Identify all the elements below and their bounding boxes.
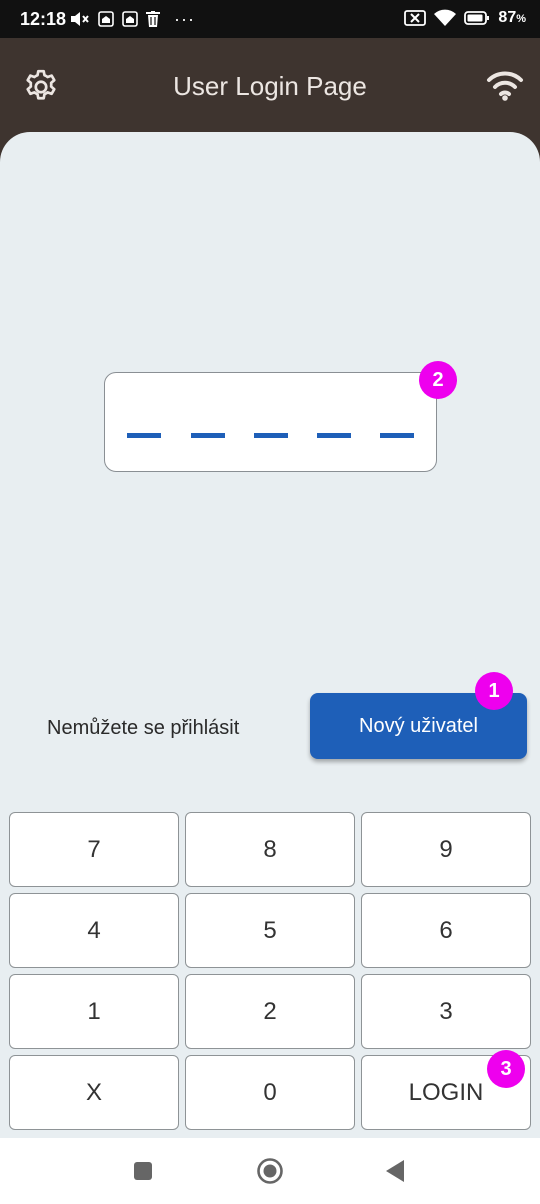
mute-icon [71, 12, 89, 26]
battery-percent: 87% [498, 9, 526, 26]
pin-digit-slot [254, 433, 288, 438]
app-bar: User Login Page [0, 38, 540, 132]
system-nav-bar [0, 1138, 540, 1204]
notification-icons: ··· [70, 9, 195, 29]
key-9[interactable]: 9 [361, 812, 531, 887]
trash-icon [146, 11, 160, 27]
clear-key[interactable]: X [9, 1055, 179, 1130]
pin-digit-slot [380, 433, 414, 438]
wifi-icon [434, 9, 457, 26]
recents-button[interactable] [133, 1161, 153, 1181]
no-sim-icon [404, 10, 427, 26]
home-button[interactable] [256, 1157, 284, 1185]
page-title: User Login Page [173, 71, 367, 101]
home-notification-icon [122, 11, 138, 27]
pin-digit-slot [317, 433, 351, 438]
pin-digit-slot [127, 433, 161, 438]
login-panel: 2 Nemůžete se přihlásit Nový uživatel 1 … [0, 132, 540, 1138]
back-triangle-icon [386, 1160, 404, 1182]
status-time: 12:18 [20, 9, 67, 29]
key-5[interactable]: 5 [185, 893, 355, 968]
login-step-badge: 3 [487, 1050, 525, 1088]
system-status-icons: 87% [404, 9, 526, 27]
wifi-status-button[interactable] [486, 68, 524, 102]
more-notifications-indicator: ··· [174, 9, 195, 29]
pin-step-badge: 2 [419, 361, 457, 399]
key-6[interactable]: 6 [361, 893, 531, 968]
cant-login-link[interactable]: Nemůžete se přihlásit [47, 717, 239, 740]
key-1[interactable]: 1 [9, 974, 179, 1049]
home-notification-icon [98, 11, 114, 27]
key-2[interactable]: 2 [185, 974, 355, 1049]
pin-digit-slot [191, 433, 225, 438]
key-8[interactable]: 8 [185, 812, 355, 887]
status-bar: 12:18 ··· 87% [0, 0, 540, 38]
home-circle-icon [257, 1158, 283, 1184]
key-4[interactable]: 4 [9, 893, 179, 968]
key-7[interactable]: 7 [9, 812, 179, 887]
new-user-step-badge: 1 [475, 672, 513, 710]
back-button[interactable] [385, 1159, 405, 1183]
battery-icon [464, 11, 490, 25]
recents-square-icon [134, 1162, 152, 1180]
wifi-icon [487, 71, 523, 96]
pin-display[interactable] [104, 372, 437, 472]
key-3[interactable]: 3 [361, 974, 531, 1049]
key-0[interactable]: 0 [185, 1055, 355, 1130]
